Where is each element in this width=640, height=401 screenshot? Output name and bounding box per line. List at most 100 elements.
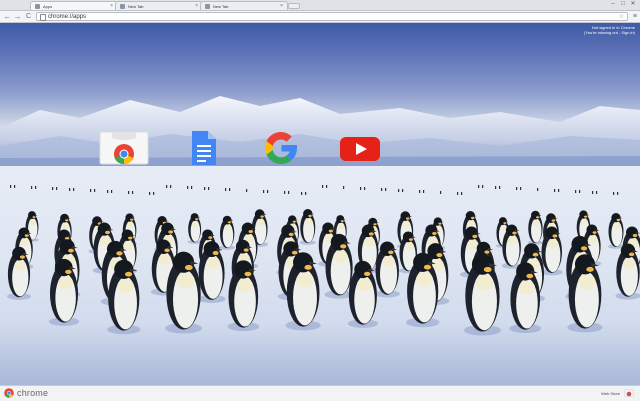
distant-penguin	[187, 186, 188, 189]
distant-penguin	[592, 191, 593, 194]
app-youtube[interactable]	[334, 128, 386, 168]
bottom-bar: chrome Web Store	[0, 385, 640, 401]
distant-penguin	[132, 191, 133, 194]
distant-penguin	[90, 189, 91, 192]
distant-penguin	[617, 192, 618, 195]
distant-penguin	[558, 189, 559, 192]
signin-notice[interactable]: Not signed in to Chrome (You're missing …	[584, 25, 635, 35]
chrome-logo-icon	[4, 388, 14, 398]
distant-penguin	[31, 186, 32, 189]
menu-icon[interactable]: ≡	[633, 12, 637, 21]
distant-penguin	[229, 188, 230, 191]
distant-penguin	[360, 187, 361, 190]
web-store-link[interactable]: Web Store	[601, 389, 634, 397]
distant-penguin	[305, 192, 306, 195]
new-tab-button[interactable]	[288, 3, 300, 9]
back-button[interactable]: ←	[3, 12, 12, 21]
distant-penguin	[326, 185, 327, 188]
distant-penguin	[613, 192, 614, 195]
minimize-button[interactable]: –	[608, 0, 618, 8]
distant-penguin	[440, 191, 441, 194]
youtube-icon	[336, 129, 384, 167]
tab-new-tab-2[interactable]: New Tab ×	[200, 1, 288, 10]
distant-penguin	[554, 189, 555, 192]
toolbar: ← → C chrome://apps ☆ ≡	[0, 11, 640, 23]
distant-penguin	[191, 186, 192, 189]
distant-penguin	[364, 187, 365, 190]
tab-title: New Tab	[213, 4, 229, 9]
distant-penguin	[246, 189, 247, 192]
distant-penguin	[423, 190, 424, 193]
distant-penguin	[385, 188, 386, 191]
app-google-search[interactable]	[255, 128, 307, 168]
distant-penguin	[398, 189, 399, 192]
distant-penguin	[579, 190, 580, 193]
web-store-icon	[624, 389, 634, 397]
penguin	[188, 213, 202, 244]
google-icon	[257, 129, 305, 167]
distant-penguin	[482, 185, 483, 188]
distant-penguin	[381, 188, 382, 191]
tab-title: New Tab	[128, 4, 144, 9]
penguin	[528, 211, 543, 245]
distant-penguin	[52, 187, 53, 190]
distant-penguin	[69, 188, 70, 191]
app-chrome-web-store[interactable]	[98, 128, 150, 168]
distant-penguin	[107, 190, 108, 193]
page-favicon-icon	[120, 4, 125, 9]
distant-penguin	[301, 192, 302, 195]
docs-icon	[184, 129, 220, 167]
chrome-web-store-icon	[98, 130, 150, 166]
distant-penguin	[204, 187, 205, 190]
chrome-wordmark: chrome	[17, 388, 48, 398]
tab-new-tab-1[interactable]: New Tab ×	[115, 1, 203, 10]
distant-penguin	[520, 187, 521, 190]
distant-penguin	[495, 186, 496, 189]
distant-penguin	[263, 190, 264, 193]
distant-penguin	[575, 190, 576, 193]
page-icon	[40, 14, 46, 21]
tab-close-icon[interactable]: ×	[280, 3, 283, 9]
distant-penguin	[461, 192, 462, 195]
distant-penguin	[111, 190, 112, 193]
url-text: chrome://apps	[48, 13, 86, 21]
distant-penguin	[419, 190, 420, 193]
distant-penguin	[499, 186, 500, 189]
distant-penguin	[166, 185, 167, 188]
apps-favicon-icon	[35, 4, 40, 9]
app-docs[interactable]	[176, 128, 228, 168]
bookmark-star-icon[interactable]: ☆	[619, 13, 624, 21]
distant-penguin	[94, 189, 95, 192]
distant-penguin	[457, 192, 458, 195]
distant-penguin	[153, 192, 154, 195]
distant-penguin	[322, 185, 323, 188]
tab-close-icon[interactable]: ×	[195, 3, 198, 9]
address-bar[interactable]: chrome://apps ☆	[36, 12, 628, 21]
distant-penguin	[402, 189, 403, 192]
reload-button[interactable]: C	[24, 12, 33, 21]
chrome-brand: chrome	[4, 388, 48, 398]
tab-strip: Apps × New Tab × New Tab × – □ ✕	[0, 0, 640, 11]
distant-penguin	[73, 188, 74, 191]
web-store-label[interactable]: Web Store	[601, 391, 620, 396]
forward-button[interactable]: →	[13, 12, 22, 21]
page-favicon-icon	[205, 4, 210, 9]
distant-penguin	[208, 187, 209, 190]
tab-apps[interactable]: Apps ×	[30, 1, 118, 10]
distant-penguin	[128, 191, 129, 194]
distant-penguin	[596, 191, 597, 194]
distant-penguin	[35, 186, 36, 189]
distant-penguin	[267, 190, 268, 193]
close-window-button[interactable]: ✕	[628, 0, 638, 8]
penguin-colony-image	[0, 183, 640, 383]
signin-line2[interactable]: (You're missing out - Sign in)	[584, 30, 635, 35]
distant-penguin	[478, 185, 479, 188]
maximize-button[interactable]: □	[618, 0, 628, 8]
distant-penguin	[56, 187, 57, 190]
tab-close-icon[interactable]: ×	[110, 3, 113, 9]
tab-title: Apps	[43, 4, 52, 9]
apps-page: Not signed in to Chrome (You're missing …	[0, 23, 640, 385]
distant-penguin	[537, 188, 538, 191]
distant-penguin	[170, 185, 171, 188]
distant-penguin	[343, 186, 344, 189]
